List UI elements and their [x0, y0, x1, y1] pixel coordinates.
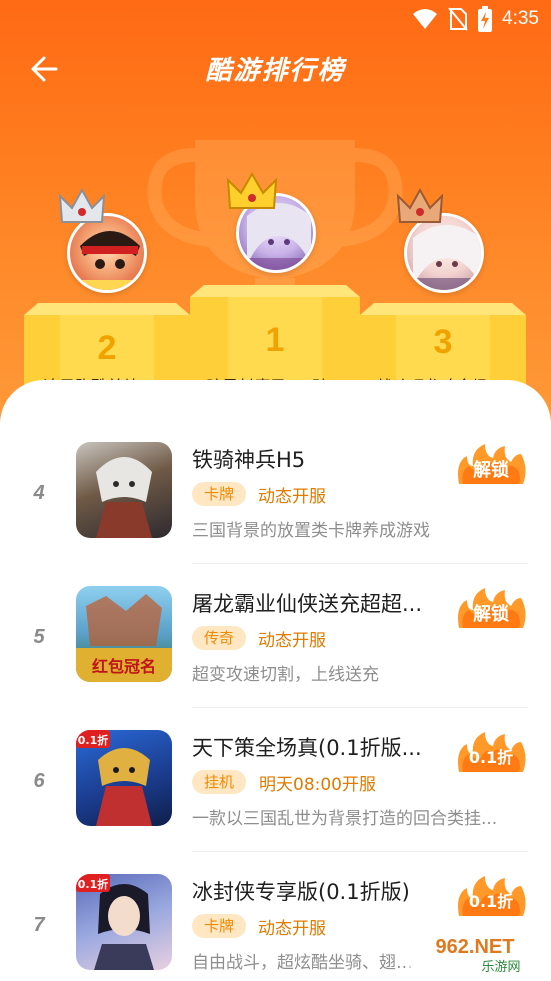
icon-caption: 红包冠名 [92, 657, 156, 676]
podium-rank-number: 2 [97, 329, 117, 367]
game-type-tag: 挂机 [192, 770, 247, 794]
rank-number: 7 [33, 914, 45, 936]
crown-silver-icon [58, 187, 106, 223]
watermark-sub: 乐游网 [481, 960, 520, 975]
unlock-badge[interactable]: 解锁 [455, 442, 527, 488]
page-title: 酷游排行榜 [205, 56, 346, 86]
game-description: 三国背景的放置类卡牌养成游戏 [192, 521, 430, 541]
game-art: 0.1折 [76, 730, 152, 826]
game-icon: 0.1折 [76, 874, 172, 970]
icon-caption: 0.1折 [78, 877, 109, 891]
badge-label: 解锁 [473, 460, 509, 481]
list-item[interactable]: 4 铁骑神兵H5 卡牌 动态开服 三国背景的放置类卡牌养成游戏 解锁 [0, 420, 551, 564]
ranking-hero: 4:35 酷游排行榜 2 1 3 [0, 0, 551, 440]
game-icon: 红包冠名 [76, 586, 172, 682]
badge-label: 解锁 [473, 604, 509, 625]
game-name: 冰封侠专享版(0.1折版) [192, 880, 410, 904]
list-item[interactable]: 5 红包冠名 屠龙霸业仙侠送充超超... 传奇 动态开服 超变攻速切割，上线送充… [0, 564, 551, 708]
server-open-info: 动态开服 [258, 631, 326, 651]
game-description: 一款以三国乱世为背景打造的回合类挂... [192, 809, 498, 829]
podium-rank-number: 3 [433, 323, 453, 361]
game-name: 铁骑神兵H5 [192, 448, 306, 472]
server-open-info: 动态开服 [258, 919, 326, 939]
game-icon: 0.1折 [76, 730, 172, 826]
unlock-badge[interactable]: 解锁 [455, 586, 527, 632]
battery-charging-icon [478, 6, 493, 32]
game-type-tag: 卡牌 [192, 914, 247, 938]
game-name: 天下策全场真(0.1折版... [192, 736, 422, 760]
avatar-art [407, 225, 481, 290]
game-description: 超变攻速切割，上线送充 [192, 665, 379, 685]
game-name: 屠龙霸业仙侠送充超超... [192, 592, 423, 616]
rank-number: 4 [33, 482, 45, 504]
game-art [96, 457, 152, 538]
game-description: 自由战斗，超炫酷坐骑、翅膀... [192, 953, 422, 973]
wifi-icon [413, 9, 438, 29]
server-open-info: 动态开服 [258, 487, 326, 507]
badge-label: 0.1折 [468, 748, 514, 767]
status-bar: 4:35 [0, 0, 551, 36]
rank-number: 6 [33, 770, 45, 792]
game-type-tag: 卡牌 [192, 482, 247, 506]
crown-bronze-icon [396, 187, 444, 223]
discount-badge[interactable]: 0.1折 [455, 730, 527, 776]
discount-badge[interactable]: 0.1折 [455, 874, 527, 920]
rank-number: 5 [33, 626, 45, 648]
avatar-art [70, 231, 144, 290]
site-watermark-logo: 962.NET 乐游网 [405, 931, 545, 977]
list-item[interactable]: 6 0.1折 天下策全场真(0.1折版... 挂机 明天08:00开服 一款以三… [0, 708, 551, 852]
game-art: 0.1折 [76, 874, 154, 970]
no-sim-icon [448, 7, 468, 31]
game-type-tag: 传奇 [192, 626, 247, 650]
ranking-list: 4 铁骑神兵H5 卡牌 动态开服 三国背景的放置类卡牌养成游戏 解锁 5 红包冠… [0, 380, 551, 981]
server-open-info: 明天08:00开服 [259, 775, 376, 795]
game-icon [76, 442, 172, 538]
podium-rank-number: 1 [265, 321, 285, 359]
badge-label: 0.1折 [468, 892, 514, 911]
game-art: 红包冠名 [76, 594, 172, 682]
icon-caption: 0.1折 [78, 733, 109, 747]
crown-gold-icon [226, 172, 278, 209]
status-time: 4:35 [502, 8, 539, 29]
watermark-brand: 962.NET [436, 936, 515, 958]
